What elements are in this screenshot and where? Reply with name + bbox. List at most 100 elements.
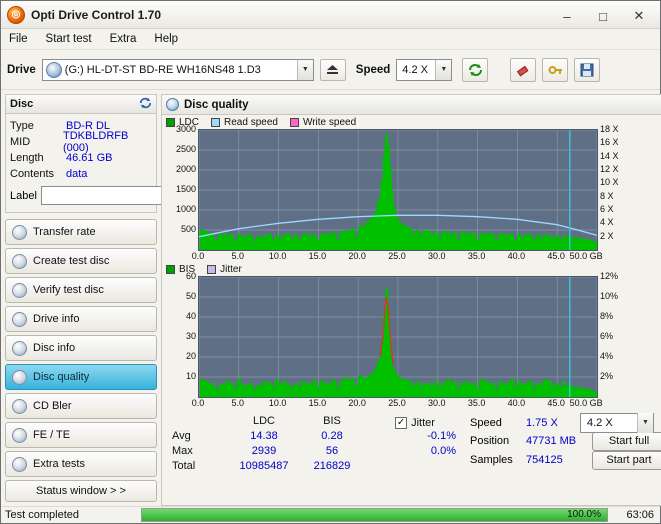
ldc-x-axis: 0.0 5.0 10.0 15.0 20.0 25.0 30.0 35.0 40.0 45.0 50…	[192, 251, 603, 264]
sidebar-item-create-test-disc[interactable]: Create test disc	[5, 248, 157, 275]
x-tick-label: 25.0	[388, 398, 406, 409]
y2-tick-label: 2 X	[600, 230, 614, 241]
legend-swatch-bis	[166, 265, 175, 275]
y2-tick-label: 14 X	[600, 150, 619, 161]
chevron-down-icon: ▼	[296, 59, 313, 80]
y-tick-label: 50	[185, 291, 196, 302]
save-button[interactable]	[574, 57, 601, 82]
maximize-button[interactable]: □	[586, 4, 620, 28]
y2-tick-label: 12 X	[600, 164, 619, 175]
samples-info-row: Samples 754125 Start part	[470, 450, 661, 470]
sidebar-item-label: Extra tests	[33, 458, 85, 471]
disc-contents-value: data	[66, 168, 88, 181]
start-part-button[interactable]: Start part	[592, 450, 661, 470]
x-tick-label: 25.0	[388, 251, 406, 262]
y-tick-label: 10	[185, 371, 196, 382]
key-icon	[548, 65, 562, 74]
stats-area: LDC BIS ✓ Jitter Avg 14.38 0.28 -0.1% Ma…	[162, 411, 661, 475]
eject-button[interactable]	[319, 58, 346, 81]
disc-quality-title: Disc quality	[184, 98, 249, 111]
stats-total-bis: 216829	[313, 460, 351, 473]
speed-select-value: 4.2 X	[402, 63, 428, 76]
x-tick-label: 40.0	[507, 251, 526, 262]
speed-info-row: Speed 1.75 X 4.2 X ▼	[470, 412, 661, 433]
title-bar: ◎ Opti Drive Control 1.70 – □ ✕	[1, 1, 660, 30]
sidebar-item-transfer-rate[interactable]: Transfer rate	[5, 219, 157, 246]
y-tick-label: 1000	[175, 204, 196, 215]
disc-panel-container: Disc Type BD-R DL MID TDKBLDRFB (000) Le…	[5, 94, 243, 214]
stats-header-bis: BIS	[323, 415, 341, 428]
position-label: Position	[470, 435, 510, 448]
y2-tick-label: 10%	[600, 291, 619, 302]
disc-length-value: 46.61 GB	[66, 152, 113, 165]
x-tick-label: 45.0	[547, 398, 565, 409]
ldc-y-axis: 500 1000 1500 2000 2500 3000	[166, 124, 198, 249]
bis-legend: BIS Jitter	[162, 264, 661, 276]
speed-label: Speed	[355, 63, 391, 76]
stats-row-label-max: Max	[172, 445, 193, 458]
disc-row-mid: MID TDKBLDRFB (000)	[10, 130, 152, 154]
close-button[interactable]: ✕	[622, 4, 656, 28]
drive-label: Drive	[7, 63, 36, 76]
refresh-button[interactable]	[462, 57, 489, 82]
start-full-button[interactable]: Start full	[592, 431, 661, 451]
drive-bar: Drive (G:) HL-DT-ST BD-RE WH16NS48 1.D3 …	[1, 50, 660, 91]
sidebar-item-label: Create test disc	[33, 255, 110, 268]
eraser-icon	[516, 65, 529, 76]
chevron-down-icon: ▼	[435, 59, 452, 80]
speed-info-value: 1.75 X	[526, 416, 558, 429]
stats-max-jitter: 0.0%	[430, 445, 456, 458]
speed-select[interactable]: 4.2 X ▼	[396, 58, 453, 81]
y2-tick-label: 6%	[600, 331, 614, 342]
progress-bar: 100.0%	[141, 508, 608, 522]
x-tick-label: 40.0	[507, 398, 526, 409]
sidebar-item-disc-info[interactable]: Disc info	[5, 335, 157, 362]
refresh-icon	[468, 63, 482, 76]
key-button[interactable]	[542, 57, 569, 82]
stats-total-ldc: 10985487	[239, 460, 289, 473]
chevron-down-icon: ▼	[637, 412, 653, 433]
stats-avg-bis: 0.28	[321, 430, 343, 443]
sidebar-item-verify-test-disc[interactable]: Verify test disc	[5, 277, 157, 304]
drive-info-icon	[12, 311, 27, 327]
disc-panel-title: Disc	[10, 98, 34, 111]
y2-tick-label: 4 X	[600, 217, 614, 228]
test-speed-value: 4.2 X	[587, 416, 613, 429]
sidebar-item-extra-tests[interactable]: Extra tests	[5, 451, 157, 478]
x-tick-label: 15.0	[308, 251, 327, 262]
bis-chart[interactable]	[198, 276, 598, 399]
sidebar-item-disc-quality[interactable]: Disc quality	[5, 364, 157, 391]
sidebar-item-drive-info[interactable]: Drive info	[5, 306, 157, 333]
jitter-checkbox[interactable]: ✓	[395, 416, 408, 429]
elapsed-time: 63:06	[626, 509, 654, 521]
stats-row-label-total: Total	[172, 460, 196, 473]
ldc-chart[interactable]	[198, 129, 598, 252]
menu-item-extra[interactable]: Extra	[110, 33, 137, 45]
samples-value: 754125	[526, 454, 563, 467]
menu-item-help[interactable]: Help	[154, 33, 178, 45]
status-window-button[interactable]: Status window > >	[5, 480, 157, 503]
test-speed-select[interactable]: 4.2 X ▼	[580, 412, 654, 433]
create-disc-icon	[12, 253, 27, 269]
disc-quality-header: Disc quality	[162, 95, 661, 116]
y-tick-label: 500	[180, 224, 196, 235]
drive-select[interactable]: (G:) HL-DT-ST BD-RE WH16NS48 1.D3 ▼	[41, 58, 314, 81]
sidebar-item-label: Disc quality	[33, 371, 90, 384]
eraser-button[interactable]	[510, 57, 537, 82]
disc-quality-icon	[166, 98, 179, 112]
sidebar-item-cd-bler[interactable]: CD Bler	[5, 393, 157, 420]
disc-quality-panel: Disc quality LDC Read speed Write speed …	[161, 94, 661, 507]
sidebar-item-fe-te[interactable]: FE / TE	[5, 422, 157, 449]
minimize-button[interactable]: –	[550, 4, 584, 28]
menu-item-file[interactable]: File	[9, 33, 28, 45]
menu-item-start-test[interactable]: Start test	[46, 33, 92, 45]
y-tick-label: 30	[185, 331, 196, 342]
y2-tick-label: 8 X	[600, 190, 614, 201]
progress-fill	[142, 509, 607, 521]
sidebar-item-label: CD Bler	[33, 400, 72, 413]
sidebar-item-label: Verify test disc	[33, 284, 104, 297]
samples-label: Samples	[470, 454, 513, 467]
disc-refresh-icon[interactable]	[139, 97, 152, 112]
y2-tick-label: 12%	[600, 271, 619, 282]
legend-swatch-ldc	[166, 118, 175, 128]
